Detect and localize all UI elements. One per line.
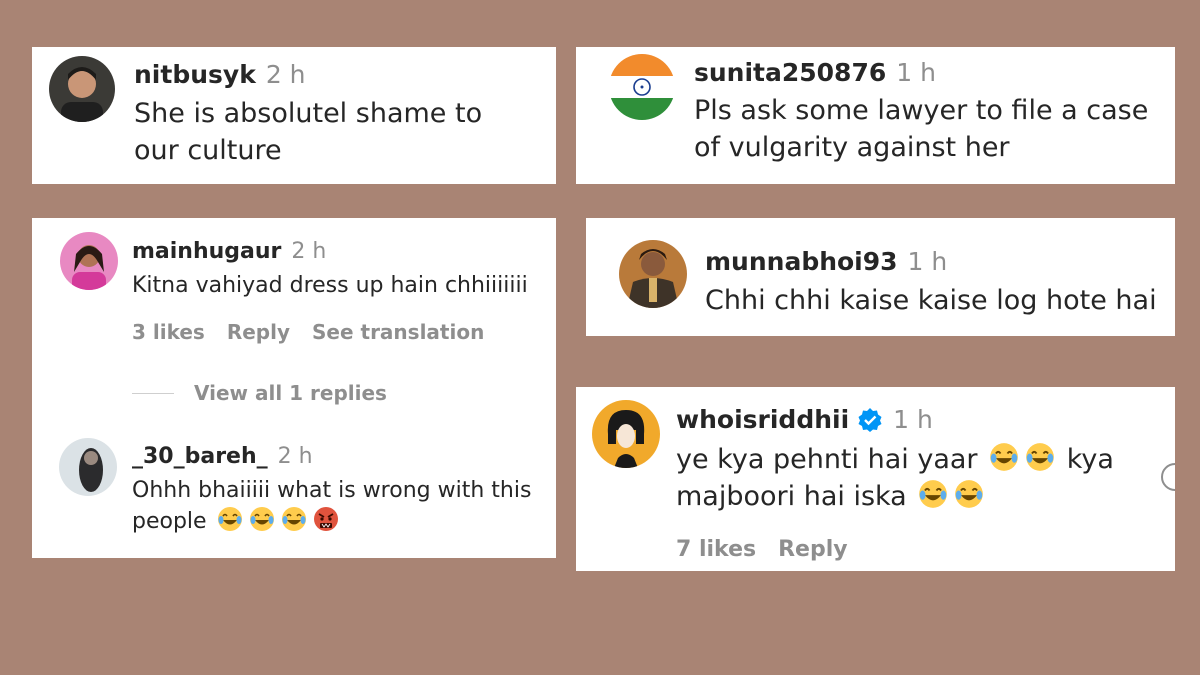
- comment-actions: 7 likes Reply: [676, 537, 870, 562]
- comment-card: munnabhoi93 1 h Chhi chhi kaise kaise lo…: [586, 218, 1175, 336]
- comment-text: Kitna vahiyad dress up hain chhiiiiiii: [132, 273, 528, 298]
- timestamp: 2 h: [265, 60, 306, 89]
- comment-text-word: kya: [1066, 444, 1114, 475]
- avatar[interactable]: [60, 232, 118, 290]
- comment-header: mainhugaur 2 h: [132, 239, 326, 264]
- comment-actions: 3 likes Reply See translation: [132, 320, 506, 344]
- verified-badge-icon: [857, 407, 883, 433]
- timestamp: 1 h: [896, 58, 936, 87]
- username[interactable]: sunita250876: [694, 58, 886, 87]
- comment-card: mainhugaur 2 h Kitna vahiyad dress up ha…: [32, 218, 556, 558]
- avatar[interactable]: [592, 400, 660, 468]
- comment-text: Pls ask some lawyer to file a case of vu…: [694, 95, 1149, 164]
- username[interactable]: munnabhoi93: [705, 247, 898, 276]
- timestamp: 1 h: [893, 405, 933, 434]
- face-with-tears-of-joy-icon: [918, 479, 948, 509]
- face-with-tears-of-joy-icon: [281, 506, 307, 532]
- comment-card: sunita250876 1 h Pls ask some lawyer to …: [576, 47, 1175, 184]
- comment-text: She is absolutel shame to our culture: [134, 98, 483, 167]
- comment-header: sunita250876 1 h: [694, 58, 936, 87]
- comment-text-line: ye kya pehnti hai yaar: [676, 444, 978, 475]
- avatar[interactable]: [59, 438, 117, 496]
- comment-card: nitbusyk 2 h She is absolutel shame to o…: [32, 47, 556, 184]
- comment-text: Chhi chhi kaise kaise log hote hai: [705, 285, 1157, 316]
- username[interactable]: _30_bareh_: [132, 444, 268, 469]
- divider: [132, 392, 174, 394]
- comment-text: Ohhh bhaiiiii what is wrong with this pe…: [132, 476, 532, 538]
- reply-button[interactable]: Reply: [778, 537, 848, 562]
- username[interactable]: nitbusyk: [134, 60, 256, 89]
- timestamp: 2 h: [291, 239, 327, 264]
- face-with-tears-of-joy-icon: [989, 442, 1019, 472]
- comment-header: _30_bareh_ 2 h: [132, 444, 313, 469]
- face-with-tears-of-joy-icon: [249, 506, 275, 532]
- face-with-tears-of-joy-icon: [954, 479, 984, 509]
- comment-header: nitbusyk 2 h: [134, 60, 306, 89]
- view-replies-button[interactable]: View all 1 replies: [132, 381, 387, 405]
- username[interactable]: mainhugaur: [132, 239, 281, 264]
- likes-count[interactable]: 3 likes: [132, 320, 205, 344]
- face-with-tears-of-joy-icon: [1025, 442, 1055, 472]
- view-replies-label[interactable]: View all 1 replies: [194, 381, 387, 405]
- reply-button[interactable]: Reply: [227, 320, 290, 344]
- comment-card: whoisriddhii 1 h ye kya pehnti hai yaar …: [576, 387, 1175, 571]
- avatar[interactable]: [49, 56, 115, 122]
- face-with-tears-of-joy-icon: [217, 506, 243, 532]
- comment-text: ye kya pehnti hai yaar kya majboori hai …: [676, 441, 1156, 516]
- heart-icon[interactable]: [1161, 463, 1175, 491]
- comment-header: whoisriddhii 1 h: [676, 405, 933, 434]
- avatar[interactable]: [609, 54, 675, 120]
- avatar[interactable]: [619, 240, 687, 308]
- timestamp: 1 h: [907, 247, 948, 276]
- angry-face-icon: [313, 506, 339, 532]
- comment-text-line: majboori hai iska: [676, 481, 907, 513]
- timestamp: 2 h: [277, 444, 313, 469]
- username[interactable]: whoisriddhii: [676, 405, 849, 434]
- comment-header: munnabhoi93 1 h: [705, 247, 947, 276]
- see-translation-button[interactable]: See translation: [312, 320, 484, 344]
- likes-count[interactable]: 7 likes: [676, 537, 756, 562]
